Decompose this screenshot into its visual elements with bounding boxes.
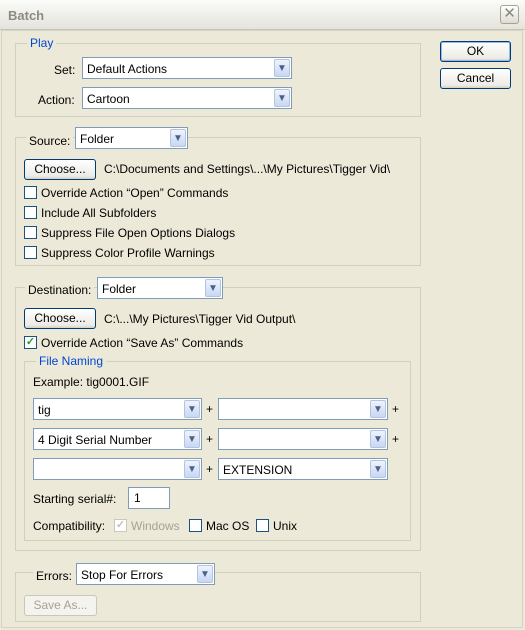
cancel-button[interactable]: Cancel <box>440 68 511 89</box>
naming-dropdown-2[interactable]: ▼ <box>218 398 388 420</box>
checkbox-label: Include All Subfolders <box>41 206 157 220</box>
source-path: C:\Documents and Settings\...\My Picture… <box>104 162 391 176</box>
plus-sign: + <box>206 462 214 476</box>
chevron-down-icon[interactable]: ▼ <box>184 460 200 478</box>
checkbox-box[interactable] <box>189 519 202 532</box>
save-as-button: Save As... <box>24 595 97 616</box>
destination-choose-button[interactable]: Choose... <box>24 308 96 329</box>
errors-dropdown[interactable]: Stop For Errors ▼ <box>76 563 215 585</box>
checkbox-box[interactable] <box>24 186 37 199</box>
naming-value: EXTENSION <box>223 463 293 477</box>
close-icon[interactable]: ✕ <box>500 5 519 24</box>
source-value: Folder <box>80 132 115 146</box>
checkbox-box[interactable] <box>24 226 37 239</box>
source-choose-button[interactable]: Choose... <box>24 159 96 180</box>
checkbox-label: Suppress File Open Options Dialogs <box>41 226 236 240</box>
chevron-down-icon[interactable]: ▼ <box>170 129 186 147</box>
checkbox-label: Unix <box>273 519 298 533</box>
chevron-down-icon[interactable]: ▼ <box>184 430 200 448</box>
play-legend: Play <box>27 36 57 50</box>
chevron-down-icon[interactable]: ▼ <box>274 59 290 77</box>
destination-value: Folder <box>102 282 137 296</box>
checkbox-box[interactable] <box>24 246 37 259</box>
errors-value: Stop For Errors <box>81 568 164 582</box>
chevron-down-icon[interactable]: ▼ <box>370 430 386 448</box>
destination-label: Destination: <box>25 283 95 297</box>
ok-button[interactable]: OK <box>440 41 511 62</box>
chevron-down-icon[interactable]: ▼ <box>274 89 290 107</box>
checkbox-box[interactable] <box>256 519 269 532</box>
checkbox-label: Windows <box>131 519 180 533</box>
checkbox-label: Suppress Color Profile Warnings <box>41 246 215 260</box>
chevron-down-icon[interactable]: ▼ <box>370 400 386 418</box>
chevron-down-icon[interactable]: ▼ <box>205 279 221 297</box>
chevron-down-icon[interactable]: ▼ <box>197 565 213 583</box>
naming-value: 4 Digit Serial Number <box>38 433 153 447</box>
checkbox-label: Override Action “Save As” Commands <box>41 336 244 350</box>
naming-dropdown-6[interactable]: EXTENSION ▼ <box>218 458 388 480</box>
naming-dropdown-3[interactable]: 4 Digit Serial Number ▼ <box>33 428 202 450</box>
checkbox-label: Override Action “Open” Commands <box>41 186 229 200</box>
chevron-down-icon[interactable]: ▼ <box>370 460 386 478</box>
window-title: Batch <box>8 8 45 23</box>
plus-sign: + <box>206 402 214 416</box>
plus-sign: + <box>206 432 214 446</box>
file-naming-legend: File Naming <box>36 354 107 368</box>
errors-label: Errors: <box>33 569 75 583</box>
checkmark-icon: ✓ <box>114 519 127 532</box>
set-value: Default Actions <box>87 62 168 76</box>
naming-dropdown-4[interactable]: ▼ <box>218 428 388 450</box>
naming-dropdown-1[interactable]: tig ▼ <box>33 398 202 420</box>
chevron-down-icon[interactable]: ▼ <box>184 400 200 418</box>
starting-serial-input[interactable]: 1 <box>128 487 170 509</box>
title-bar: Batch ✕ <box>0 0 525 30</box>
plus-sign: + <box>392 402 400 416</box>
action-value: Cartoon <box>87 92 130 106</box>
naming-value: tig <box>38 403 51 417</box>
action-label: Action: <box>38 93 75 107</box>
compatibility-label: Compatibility: <box>33 519 106 533</box>
source-dropdown[interactable]: Folder ▼ <box>75 127 188 149</box>
set-label: Set: <box>54 63 76 77</box>
plus-sign: + <box>392 432 400 446</box>
destination-path: C:\...\My Pictures\Tigger Vid Output\ <box>104 312 296 326</box>
checkbox-label: Mac OS <box>206 519 250 533</box>
checkbox-box[interactable] <box>24 206 37 219</box>
naming-example: Example: tig0001.GIF <box>33 375 150 389</box>
checkmark-icon[interactable]: ✓ <box>24 336 37 349</box>
destination-dropdown[interactable]: Folder ▼ <box>97 277 223 299</box>
starting-serial-label: Starting serial#: <box>33 492 117 506</box>
source-label: Source: <box>26 134 74 148</box>
set-dropdown[interactable]: Default Actions ▼ <box>82 57 292 79</box>
naming-dropdown-5[interactable]: ▼ <box>33 458 202 480</box>
action-dropdown[interactable]: Cartoon ▼ <box>82 87 292 109</box>
